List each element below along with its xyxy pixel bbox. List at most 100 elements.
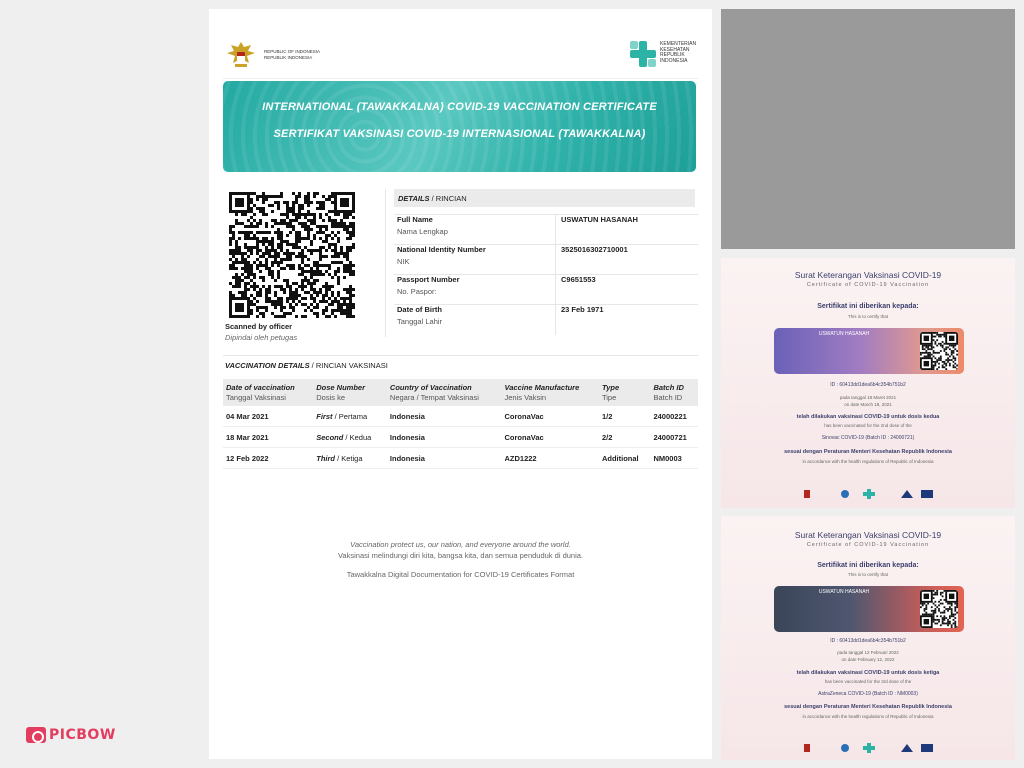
- picbow-watermark: PICBOW: [26, 726, 116, 744]
- cert-date-id: pada tanggal 18 Maret 2021: [839, 395, 897, 400]
- dose-id: / Ketiga: [335, 454, 363, 463]
- details-row: National Identity Number NIK 3525016302710…: [394, 245, 698, 275]
- dose-number: First / Pertama: [313, 406, 387, 427]
- details-label-id: NIK: [397, 257, 410, 266]
- cert-given-to: Sertifikat ini diberikan kepada:: [817, 562, 919, 569]
- kominfo-logo-icon: [841, 744, 849, 752]
- cert-law-en: in accordance with the health regulation…: [802, 459, 934, 464]
- vaccination-column-header: Country of Vaccination Negara / Tempat Va…: [386, 379, 502, 406]
- kemenkes-logo-icon: [863, 743, 875, 753]
- pedulilindungi-logo-icon: [921, 744, 933, 752]
- column-label-en: Type: [601, 383, 620, 392]
- details-label: Date of Birth Tanggal Lahir: [397, 305, 442, 326]
- vaccine-manufacture: AZD1222: [501, 447, 599, 469]
- batch-id: NM0003: [650, 447, 698, 469]
- cert-dose-statement-en: has been vaccinated for the 3rd dose of …: [824, 679, 912, 684]
- dose-id: / Pertama: [332, 412, 368, 421]
- dose-id: / Kedua: [343, 433, 372, 442]
- kominfo-logo-icon: [841, 490, 849, 498]
- dose-number: Third / Ketiga: [313, 447, 387, 469]
- batch-id: 24000221: [650, 406, 698, 427]
- vaccination-country: Indonesia: [386, 406, 502, 427]
- column-label-id: Tipe: [601, 393, 617, 402]
- details-value: C9651553: [561, 275, 596, 284]
- qr-code-icon: [229, 192, 355, 318]
- divider: [394, 274, 698, 275]
- details-value: 3525016302710001: [561, 245, 628, 254]
- pedulilindungi-logo-icon: [921, 490, 933, 498]
- cert-dose-statement: telah dilakukan vaksinasi COVID-19 untuk…: [796, 670, 940, 676]
- batch-id: 24000721: [650, 426, 698, 448]
- cert-id: ID : 60413dd1dea6b4c354b751b2: [830, 382, 906, 388]
- kemenkes-label: KEMENTERIAN KESEHATAN REPUBLIK INDONESIA: [660, 41, 697, 64]
- divider: [394, 304, 698, 305]
- cert-law: sesuai dengan Peraturan Menteri Kesehata…: [784, 704, 952, 710]
- vaccine-type: 2/2: [598, 426, 651, 448]
- cert-law-en: in accordance with the health regulation…: [802, 714, 934, 719]
- certificate-title-en: INTERNATIONAL (TAWAKKALNA) COVID-19 VACC…: [262, 101, 657, 113]
- qr-code-icon: [920, 590, 958, 628]
- footer-message-id: Vaksinasi melindungi diri kita, bangsa k…: [337, 551, 583, 560]
- garuda-emblem-icon: [227, 42, 255, 67]
- cert-given-to: Sertifikat ini diberikan kepada:: [817, 303, 919, 310]
- table-row: 12 Feb 2022 Third / Ketiga Indonesia AZD122…: [223, 447, 698, 469]
- vaccination-column-header: Dose Number Dosis ke: [313, 379, 387, 406]
- divider: [223, 355, 698, 356]
- vaccination-table: Date of vaccination Tanggal Vaksinasi Dose…: [223, 379, 698, 469]
- details-label-en: Date of Birth: [397, 305, 442, 314]
- image-placeholder: [721, 9, 1015, 249]
- details-value: USWATUN HASANAH: [561, 215, 638, 224]
- holder-card: USWATUN HASANAH: [774, 586, 964, 632]
- kemenkes-logo-icon: [863, 489, 875, 499]
- details-row: Passport Number No. Paspor: C9651553: [394, 275, 698, 305]
- details-label-en: Full Name: [397, 215, 433, 224]
- column-label-en: Batch ID: [653, 383, 684, 392]
- details-label-en: Passport Number: [397, 275, 460, 284]
- vaccination-certificate-page: REPUBLIC OF INDONESIA REPUBLIK INDONESIA…: [209, 9, 712, 759]
- column-label-id: Jenis Vaksin: [504, 393, 547, 402]
- cert-subtitle: Certificate of COVID-19 Vaccination: [806, 282, 930, 288]
- column-label-en: Country of Vaccination: [389, 383, 472, 392]
- cert-vaccine: Sinovac COVID-19 (Batch ID : 24000721): [821, 435, 915, 441]
- partner-logos: [799, 488, 939, 502]
- divider: [394, 214, 698, 215]
- certificate-title-banner: INTERNATIONAL (TAWAKKALNA) COVID-19 VACC…: [223, 81, 696, 172]
- vaccination-column-header: Type Tipe: [598, 379, 651, 406]
- cert-subtitle: Certificate of COVID-19 Vaccination: [806, 542, 930, 548]
- details-label: Passport Number No. Paspor:: [397, 275, 460, 296]
- republic-label: REPUBLIC OF INDONESIA REPUBLIK INDONESIA: [264, 49, 321, 60]
- details-label-id: No. Paspor:: [397, 287, 437, 296]
- table-row: 04 Mar 2021 First / Pertama Indonesia Coron…: [223, 406, 698, 427]
- details-label-id: Tanggal Lahir: [397, 317, 443, 326]
- vaccine-manufacture: CoronaVac: [501, 426, 599, 448]
- picbow-wordmark: PICBOW: [49, 727, 116, 743]
- column-label-en: Vaccine Manufacture: [504, 383, 580, 392]
- divider: [394, 244, 698, 245]
- details-row: Date of Birth Tanggal Lahir 23 Feb 1971: [394, 305, 698, 335]
- details-label-id: Nama Lengkap: [397, 227, 448, 236]
- cert-law: sesuai dengan Peraturan Menteri Kesehata…: [784, 449, 952, 455]
- column-label-id: Tanggal Vaksinasi: [226, 393, 286, 402]
- vaccination-date: 12 Feb 2022: [223, 447, 314, 469]
- vaccination-certificate-card-second-dose: Surat Keterangan Vaksinasi COVID-19 Cert…: [721, 258, 1015, 508]
- vaccination-country: Indonesia: [386, 426, 502, 448]
- garuda-logo-icon: [804, 490, 810, 498]
- dose-en: First: [316, 412, 333, 421]
- dose-number: Second / Kedua: [313, 426, 387, 448]
- garuda-logo-icon: [804, 744, 810, 752]
- column-label-en: Date of vaccination: [226, 383, 295, 392]
- details-label: National Identity Number NIK: [397, 245, 486, 266]
- vaccination-country: Indonesia: [386, 447, 502, 469]
- cert-given-to-en: This is to certify that: [847, 572, 888, 577]
- certificate-title-id: SERTIFIKAT VAKSINASI COVID-19 INTERNASIO…: [273, 128, 646, 140]
- vaccine-type: Additional: [598, 447, 651, 469]
- cert-vaccine: AstraZeneca COVID-19 (Batch ID : NM0003): [818, 691, 918, 697]
- dose-en: Third: [316, 454, 335, 463]
- certificate-header: REPUBLIC OF INDONESIA REPUBLIK INDONESIA…: [223, 33, 698, 79]
- vaccination-column-header: Batch ID Batch ID: [650, 379, 698, 406]
- partner-logos: [799, 742, 939, 756]
- column-label-id: Negara / Tempat Vaksinasi: [389, 393, 479, 402]
- vaccine-manufacture: CoronaVac: [501, 406, 599, 427]
- footer-format-note: Tawakkalna Digital Documentation for COV…: [346, 570, 575, 579]
- vaccination-column-header: Vaccine Manufacture Jenis Vaksin: [501, 379, 599, 406]
